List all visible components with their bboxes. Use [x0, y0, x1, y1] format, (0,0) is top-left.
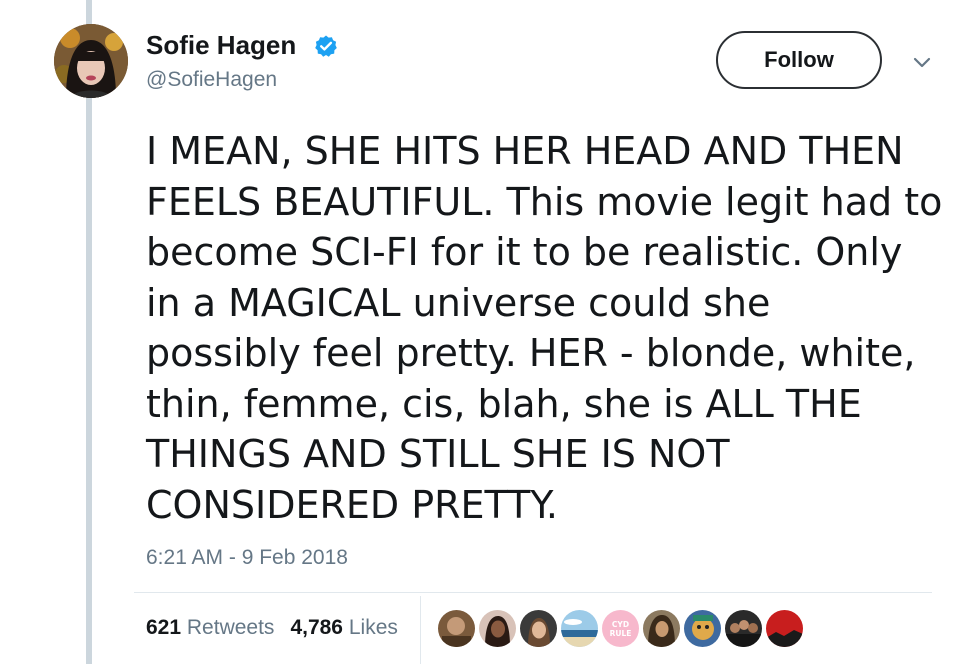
- user-handle[interactable]: @SofieHagen: [146, 68, 277, 92]
- avatar[interactable]: [54, 24, 128, 98]
- stats-separator: [420, 596, 421, 664]
- likes-stat[interactable]: 4,786 Likes: [290, 616, 397, 640]
- likers-preview: CYD RULE: [438, 610, 803, 647]
- liker-avatar[interactable]: [643, 610, 680, 647]
- svg-text:RULE: RULE: [610, 629, 632, 638]
- retweets-stat[interactable]: 621 Retweets: [146, 616, 274, 640]
- display-name[interactable]: Sofie Hagen: [146, 30, 296, 61]
- stats-divider: [134, 592, 932, 593]
- likes-count: 4,786: [290, 616, 343, 639]
- tweet-text: I MEAN, SHE HITS HER HEAD AND THEN FEELS…: [146, 129, 943, 527]
- liker-avatar[interactable]: [520, 610, 557, 647]
- liker-avatar[interactable]: [438, 610, 475, 647]
- liker-avatar[interactable]: [766, 610, 803, 647]
- profile-photo-icon: [54, 24, 128, 98]
- liker-avatar[interactable]: [684, 610, 721, 647]
- likes-label: Likes: [348, 616, 398, 639]
- retweets-count: 621: [146, 616, 182, 639]
- tweet-timestamp[interactable]: 6:21 AM - 9 Feb 2018: [146, 546, 348, 570]
- liker-avatar[interactable]: [561, 610, 598, 647]
- thread-line: [86, 0, 92, 664]
- retweets-label: Retweets: [186, 616, 275, 639]
- liker-avatar[interactable]: CYD RULE: [602, 610, 639, 647]
- liker-avatar[interactable]: [479, 610, 516, 647]
- chevron-down-icon[interactable]: [910, 52, 934, 72]
- follow-button[interactable]: Follow: [716, 31, 882, 89]
- tweet-stats: 621 Retweets 4,786 Likes: [146, 616, 398, 640]
- liker-avatar[interactable]: [725, 610, 762, 647]
- verified-badge-icon: [315, 35, 337, 57]
- svg-text:CYD: CYD: [612, 620, 629, 629]
